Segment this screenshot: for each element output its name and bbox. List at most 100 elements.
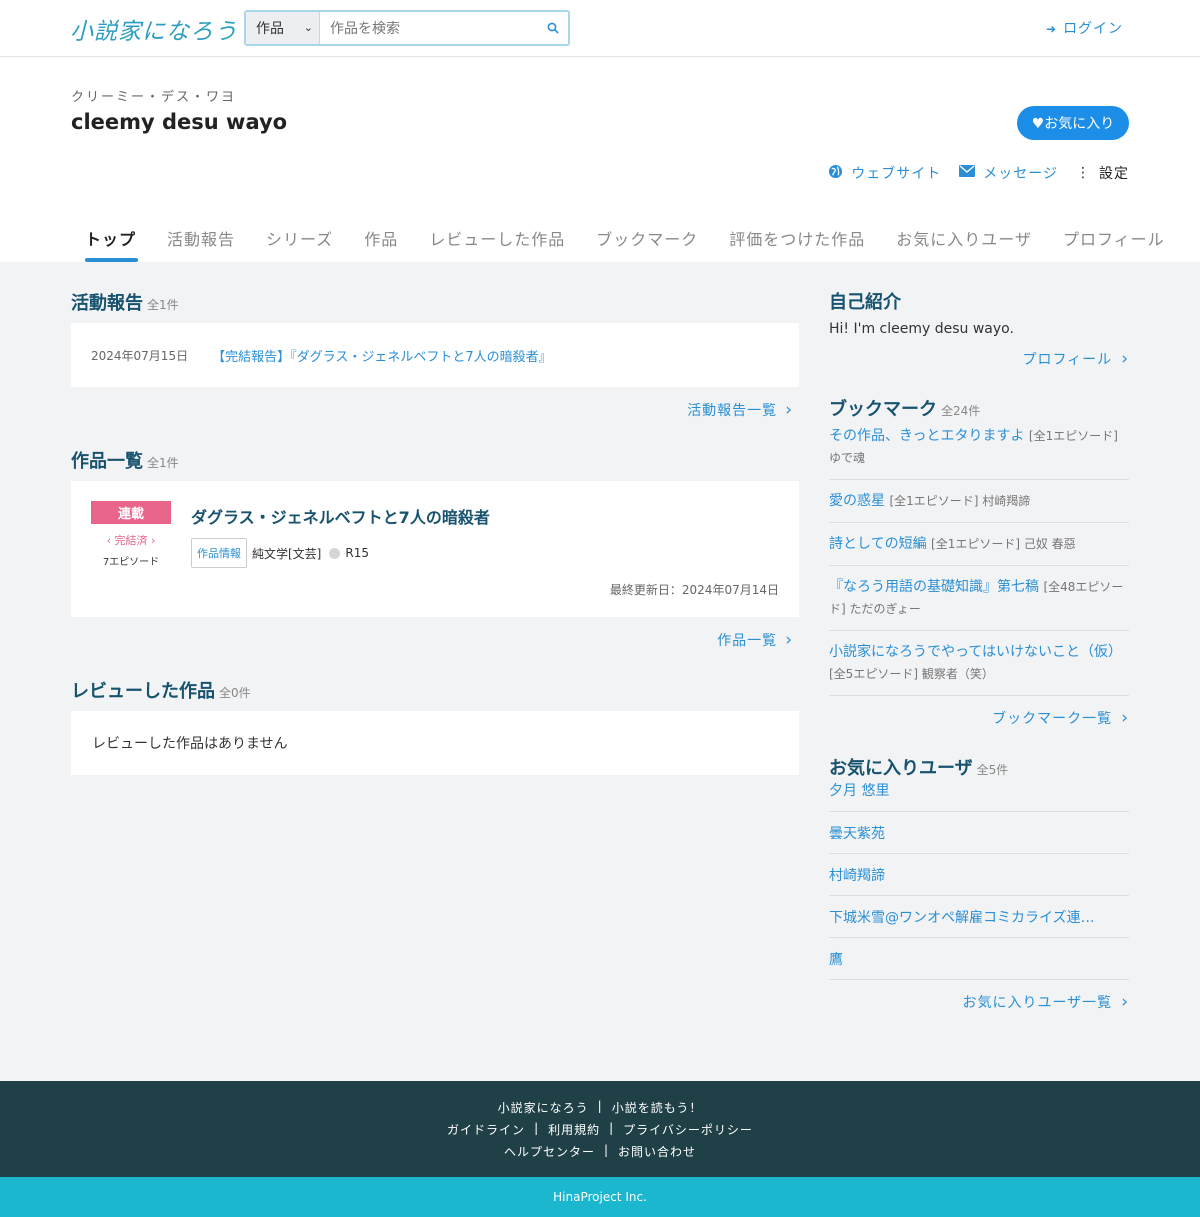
profile-actions: ウェブサイト メッセージ ⋮ 設定 <box>828 163 1129 183</box>
search-type-select[interactable]: 作品 ⌄ <box>246 12 320 44</box>
settings-menu[interactable]: ⋮ 設定 <box>1076 163 1129 183</box>
tab-works[interactable]: 作品 <box>350 226 412 262</box>
works-section-title: 作品一覧 全1件 <box>71 451 179 472</box>
intro-text: Hi! I'm cleemy desu wayo. <box>829 321 1014 337</box>
website-link[interactable]: ウェブサイト <box>828 163 941 183</box>
globe-icon <box>828 164 843 183</box>
tab-activity[interactable]: 活動報告 <box>153 226 249 262</box>
fav-user-item[interactable]: 曇天紫苑 <box>829 812 1129 854</box>
footer-link[interactable]: 利用規約 <box>548 1121 600 1138</box>
profile-tabs: トップ 活動報告 シリーズ 作品 レビューした作品 ブックマーク 評価をつけた作… <box>71 226 1179 262</box>
serial-badge: 連載 <box>91 501 171 524</box>
intro-title: 自己紹介 <box>829 292 901 313</box>
settings-label: 設定 <box>1099 166 1129 182</box>
fav-user-item[interactable]: 鷹 <box>829 938 1129 980</box>
message-link[interactable]: メッセージ <box>959 163 1058 183</box>
bookmark-title[interactable]: 『なろう用語の基礎知識』第七稿 <box>829 579 1039 595</box>
user-name-kana: クリーミー・デス・ワヨ <box>71 90 237 105</box>
footer-link[interactable]: プライバシーポリシー <box>623 1121 753 1138</box>
chevron-down-icon: ⌄ <box>303 21 313 34</box>
mail-icon <box>959 165 976 181</box>
main-column: 活動報告 全1件 2024年07月15日 【完結報告】『ダグラス・ジェネルベフトと… <box>71 262 799 775</box>
tab-reviews[interactable]: レビューした作品 <box>415 226 579 262</box>
profile-header-area: 小説家になろう 作品 ⌄ 作品を検索 ➜ ログイン クリーミー・デス・ワヨ cle… <box>0 0 1200 262</box>
works-count: 全1件 <box>147 456 179 470</box>
work-updated: 最終更新日：2024年07月14日 <box>609 583 779 597</box>
tab-series[interactable]: シリーズ <box>252 226 347 262</box>
bookmark-meta: [全5エピソード] 観察者（笑） <box>829 667 994 681</box>
message-label: メッセージ <box>983 166 1058 182</box>
site-logo[interactable]: 小説家になろう <box>70 12 238 46</box>
bookmark-item[interactable]: 小説家になろうでやってはいけないこと（仮） [全5エピソード] 観察者（笑） <box>829 631 1129 696</box>
episode-count: 7エピソード <box>102 557 160 568</box>
bookmarks-count: 全24件 <box>941 404 981 418</box>
bookmark-item[interactable]: 詩としての短編 [全1エピソード] 己奴 春惡 <box>829 523 1129 566</box>
search-input[interactable]: 作品を検索 <box>320 12 538 44</box>
rating-dot-icon <box>329 547 341 559</box>
tab-favorite-users[interactable]: お気に入りユーザ <box>882 226 1046 262</box>
footer-row: ヘルプセンター | お問い合わせ <box>503 1143 697 1160</box>
favorite-button[interactable]: ♥お気に入り <box>1017 106 1129 140</box>
work-rating: R15 <box>345 546 369 560</box>
bookmark-item[interactable]: 愛の惑星 [全1エピソード] 村崎羯諦 <box>829 480 1129 523</box>
footer-link[interactable]: ヘルプセンター <box>504 1143 595 1160</box>
site-footer: 小説家になろう | 小説を読もう！ ガイドライン | 利用規約 | プライバシーポリシ… <box>0 1081 1200 1177</box>
fav-user-item[interactable]: 夕月 悠里 <box>829 780 1129 812</box>
footer-row: ガイドライン | 利用規約 | プライバシーポリシー <box>447 1121 753 1138</box>
sidebar: 自己紹介 Hi! I'm cleemy desu wayo. プロフィール ブッ… <box>829 262 1129 1012</box>
bookmark-item[interactable]: その作品、きっとエタりますよ [全1エピソード] ゆで魂 <box>829 421 1129 480</box>
work-tags: 作品情報 純文学[文芸] R15 <box>191 538 369 568</box>
search-type-value: 作品 <box>256 21 284 37</box>
work-genre: 純文学[文芸] <box>252 546 322 561</box>
fav-user-item[interactable]: 村崎羯諦 <box>829 854 1129 896</box>
user-name: cleemy desu wayo <box>71 110 288 134</box>
kebab-menu-icon: ⋮ <box>1076 165 1091 181</box>
bookmarks-more-link[interactable]: ブックマーク一覧 <box>829 708 1129 728</box>
work-title-link[interactable]: ダグラス・ジェネルベフトと7人の暗殺者 <box>191 504 490 528</box>
fav-users-title: お気に入りユーザ 全5件 <box>829 758 1009 779</box>
activity-date: 2024年07月15日 <box>91 348 189 363</box>
activity-title-link[interactable]: 【完結報告】『ダグラス・ジェネルベフトと7人の暗殺者』 <box>212 346 552 365</box>
bookmark-title[interactable]: その作品、きっとエタりますよ <box>829 428 1024 444</box>
completion-status: ‹ 完結済 › <box>106 534 156 547</box>
activity-more-link[interactable]: 活動報告一覧 <box>71 400 799 420</box>
bookmark-title[interactable]: 愛の惑星 <box>829 493 885 509</box>
bookmarks-title: ブックマーク 全24件 <box>829 399 981 420</box>
work-info-button[interactable]: 作品情報 <box>191 538 247 568</box>
reviews-section-title: レビューした作品 全0件 <box>71 681 251 702</box>
bookmark-meta: [全1エピソード] 己奴 春惡 <box>931 537 1076 551</box>
login-label: ログイン <box>1063 21 1124 37</box>
fav-users-more-link[interactable]: お気に入りユーザ一覧 <box>829 992 1129 1012</box>
fav-users-count: 全5件 <box>976 763 1009 777</box>
bookmark-title[interactable]: 詩としての短編 <box>829 536 927 552</box>
footer-link[interactable]: 小説家になろう <box>498 1099 589 1116</box>
tab-profile[interactable]: プロフィール <box>1049 226 1179 262</box>
footer-link[interactable]: 小説を読もう！ <box>612 1099 703 1116</box>
tab-rated-works[interactable]: 評価をつけた作品 <box>715 226 879 262</box>
activity-section-title: 活動報告 全1件 <box>71 293 179 314</box>
activity-card: 2024年07月15日 【完結報告】『ダグラス・ジェネルベフトと7人の暗殺者』 <box>71 323 799 387</box>
reviews-empty: レビューした作品はありません <box>71 711 799 775</box>
chevron-right-icon: › <box>147 534 156 547</box>
bookmark-item[interactable]: 『なろう用語の基礎知識』第七稿 [全48エピソード] ただのぎょー <box>829 566 1129 631</box>
search-bar: 作品 ⌄ 作品を検索 <box>244 10 570 46</box>
footer-row: 小説家になろう | 小説を読もう！ <box>497 1099 703 1116</box>
profile-more-link[interactable]: プロフィール <box>829 349 1129 369</box>
work-card: 連載 ‹ 完結済 › 7エピソード ダグラス・ジェネルベフトと7人の暗殺者 作品… <box>71 481 799 617</box>
tab-bookmarks[interactable]: ブックマーク <box>582 226 712 262</box>
search-icon[interactable] <box>538 12 568 44</box>
login-icon: ➜ <box>1046 22 1058 36</box>
activity-count: 全1件 <box>147 298 179 312</box>
website-label: ウェブサイト <box>851 166 942 182</box>
copyright: HinaProject Inc. <box>0 1177 1200 1217</box>
fav-user-item[interactable]: 下城米雪@ワンオペ解雇コミカライズ連… <box>829 896 1129 938</box>
site-header: 小説家になろう 作品 ⌄ 作品を検索 ➜ ログイン <box>0 0 1200 57</box>
login-link[interactable]: ➜ ログイン <box>1046 18 1123 38</box>
reviews-count: 全0件 <box>219 686 251 700</box>
chevron-left-icon: ‹ <box>106 534 115 547</box>
tab-top[interactable]: トップ <box>71 226 150 262</box>
footer-link[interactable]: お問い合わせ <box>618 1143 696 1160</box>
footer-link[interactable]: ガイドライン <box>447 1121 525 1138</box>
works-more-link[interactable]: 作品一覧 <box>71 630 799 650</box>
bookmark-title[interactable]: 小説家になろうでやってはいけないこと（仮） <box>829 644 1122 660</box>
